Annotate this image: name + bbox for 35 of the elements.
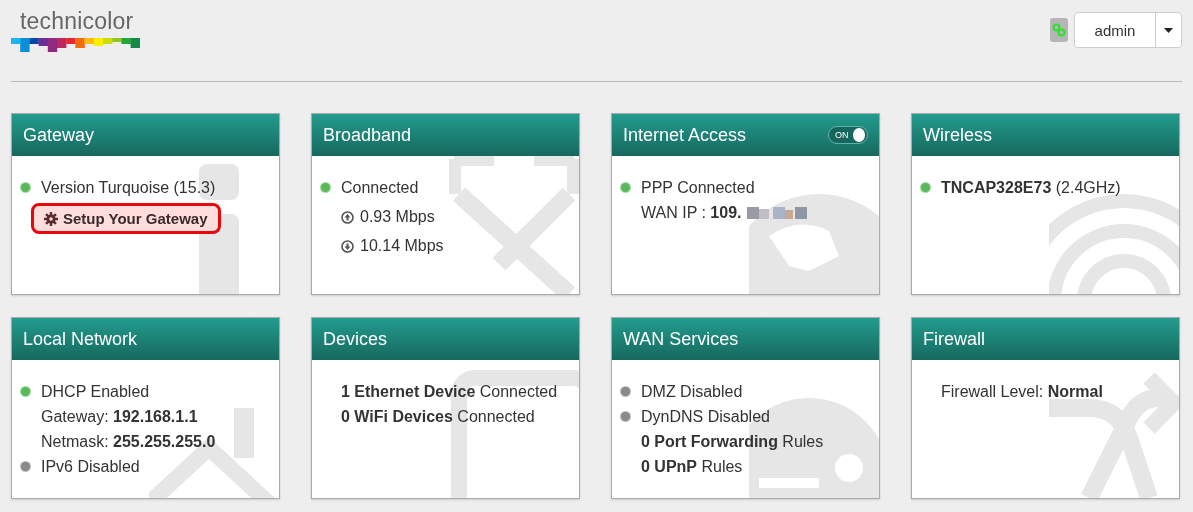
status-text: Connected (341, 178, 419, 198)
wan-ip-text: WAN IP : 109. (641, 203, 742, 223)
status-text: DMZ Disabled (641, 382, 743, 402)
logo-text: technicolor (20, 8, 135, 34)
info-text: Firewall Level: Normal (941, 382, 1103, 402)
status-text: TNCAP328E73 (2.4GHz) (941, 178, 1121, 198)
info-text: 1 Ethernet Device Connected (341, 382, 558, 402)
card-title: Gateway (23, 124, 95, 146)
blurred-redaction (747, 206, 810, 220)
status-text: Version Turquoise (15.3) (41, 178, 216, 198)
toggle-switch[interactable]: ON (828, 126, 868, 144)
settings-icon (44, 211, 58, 226)
info-text: Netmask: 255.255.255.0 (41, 432, 216, 452)
card-title: Wireless (923, 124, 992, 146)
info-text: 0 Port Forwarding Rules (641, 432, 824, 452)
status-text: DynDNS Disabled (641, 407, 770, 427)
setup-button[interactable]: Setup Your Gateway (31, 203, 221, 234)
card-title: Internet Access (623, 124, 747, 146)
dropdown-button[interactable] (1155, 13, 1181, 47)
arrows-icon (449, 156, 579, 294)
status-text: PPP Connected (641, 178, 755, 198)
info-text: 0 UPnP Rules (641, 457, 743, 477)
card-title: Firewall (923, 328, 985, 350)
wifi-icon (1049, 194, 1179, 294)
status-text: DHCP Enabled (41, 382, 150, 402)
info-text: Gateway: 192.168.1.1 (41, 407, 198, 427)
card-title: Devices (323, 328, 388, 350)
status-text: IPv6 Disabled (41, 457, 140, 477)
card-title: Local Network (23, 328, 138, 350)
speed-text: 0.93 Mbps (360, 207, 435, 227)
card-title: Broadband (323, 124, 412, 146)
card-title: WAN Services (623, 328, 739, 350)
info-text: 0 WiFi Devices Connected (341, 407, 535, 427)
caret-icon (1164, 27, 1173, 33)
speed-text: 10.14 Mbps (360, 236, 444, 256)
